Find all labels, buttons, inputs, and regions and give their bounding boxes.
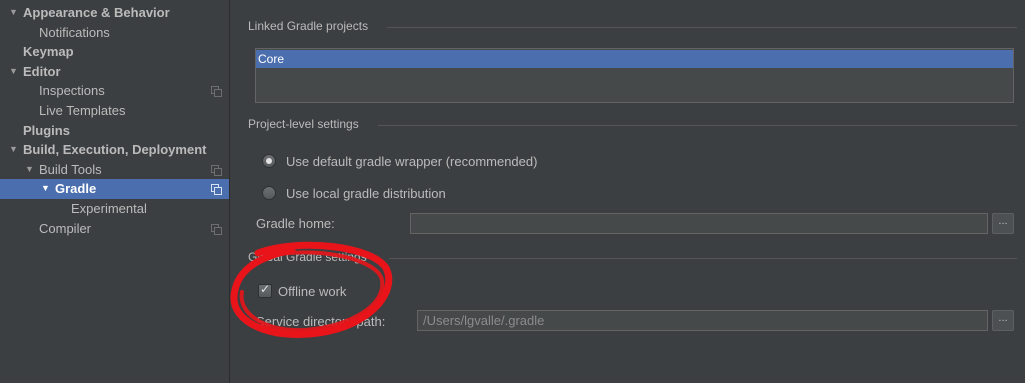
- local-distribution-radio[interactable]: [262, 186, 276, 200]
- service-directory-browse-button[interactable]: ...: [992, 310, 1014, 331]
- sidebar-item-label: Plugins: [23, 122, 70, 138]
- gradle-home-label: Gradle home:: [256, 216, 335, 231]
- sidebar-item-experimental[interactable]: Experimental: [0, 199, 229, 219]
- global-settings-title: Global Gradle settings: [248, 250, 367, 264]
- sidebar-item-inspections[interactable]: Inspections: [0, 81, 229, 101]
- sidebar-item-label: Experimental: [71, 200, 147, 216]
- expand-arrow-icon[interactable]: ▼: [9, 140, 18, 160]
- service-directory-label: Service directory path:: [256, 314, 386, 329]
- project-scope-icon: [211, 86, 222, 98]
- offline-work-checkbox[interactable]: [258, 282, 272, 298]
- sidebar-item-build-tools[interactable]: ▼ Build Tools: [0, 160, 229, 180]
- offline-work-label: Offline work: [278, 283, 347, 299]
- gradle-home-browse-button[interactable]: ...: [992, 213, 1014, 234]
- local-distribution-option[interactable]: Use local gradle distribution: [262, 183, 446, 203]
- settings-sidebar: ▼ Appearance & Behavior Notifications Ke…: [0, 0, 230, 383]
- default-wrapper-label: Use default gradle wrapper (recommended): [286, 153, 538, 169]
- sidebar-item-keymap[interactable]: Keymap: [0, 42, 229, 62]
- sidebar-item-label: Editor: [23, 63, 61, 79]
- linked-projects-title: Linked Gradle projects: [248, 19, 369, 33]
- default-wrapper-option[interactable]: Use default gradle wrapper (recommended): [262, 151, 537, 171]
- offline-work-option[interactable]: Offline work: [258, 281, 346, 301]
- sidebar-item-label: Appearance & Behavior: [23, 5, 170, 20]
- sidebar-item-appearance-behavior[interactable]: ▼ Appearance & Behavior: [0, 3, 229, 23]
- expand-arrow-icon[interactable]: ▼: [41, 179, 50, 199]
- expand-arrow-icon[interactable]: ▼: [9, 3, 18, 23]
- project-scope-icon: [211, 184, 222, 196]
- sidebar-item-label: Build Tools: [39, 161, 102, 177]
- project-scope-icon: [211, 223, 222, 235]
- sidebar-item-label: Keymap: [23, 44, 74, 60]
- sidebar-item-notifications[interactable]: Notifications: [0, 23, 229, 43]
- service-directory-field[interactable]: /Users/lgvalle/.gradle: [417, 310, 988, 331]
- expand-arrow-icon[interactable]: ▼: [25, 160, 34, 180]
- linked-projects-list[interactable]: Core: [255, 48, 1014, 103]
- sidebar-item-gradle[interactable]: ▼ Gradle: [0, 179, 229, 199]
- sidebar-item-label: Gradle: [55, 181, 97, 197]
- sidebar-item-label: Inspections: [39, 83, 105, 99]
- sidebar-item-label: Build, Execution, Deployment: [23, 142, 207, 158]
- default-wrapper-radio[interactable]: [262, 154, 276, 168]
- sidebar-item-plugins[interactable]: Plugins: [0, 121, 229, 141]
- list-item[interactable]: Core: [256, 50, 1013, 68]
- gradle-settings-panel: Linked Gradle projects Core Project-leve…: [231, 0, 1025, 383]
- project-scope-icon: [211, 164, 222, 176]
- section-divider: [378, 125, 1017, 126]
- sidebar-item-label: Compiler: [39, 220, 92, 236]
- expand-arrow-icon[interactable]: ▼: [9, 62, 18, 82]
- section-divider: [389, 258, 1017, 259]
- sidebar-item-label: Notifications: [39, 24, 110, 40]
- project-settings-title: Project-level settings: [248, 117, 359, 131]
- sidebar-item-label: Live Templates: [39, 102, 126, 118]
- sidebar-item-live-templates[interactable]: Live Templates: [0, 101, 229, 121]
- gradle-home-field[interactable]: [410, 213, 988, 234]
- section-divider: [387, 27, 1017, 28]
- sidebar-item-compiler[interactable]: Compiler: [0, 219, 229, 239]
- sidebar-item-editor[interactable]: ▼ Editor: [0, 62, 229, 82]
- sidebar-item-build-execution-deployment[interactable]: ▼ Build, Execution, Deployment: [0, 140, 229, 160]
- local-distribution-label: Use local gradle distribution: [286, 185, 446, 201]
